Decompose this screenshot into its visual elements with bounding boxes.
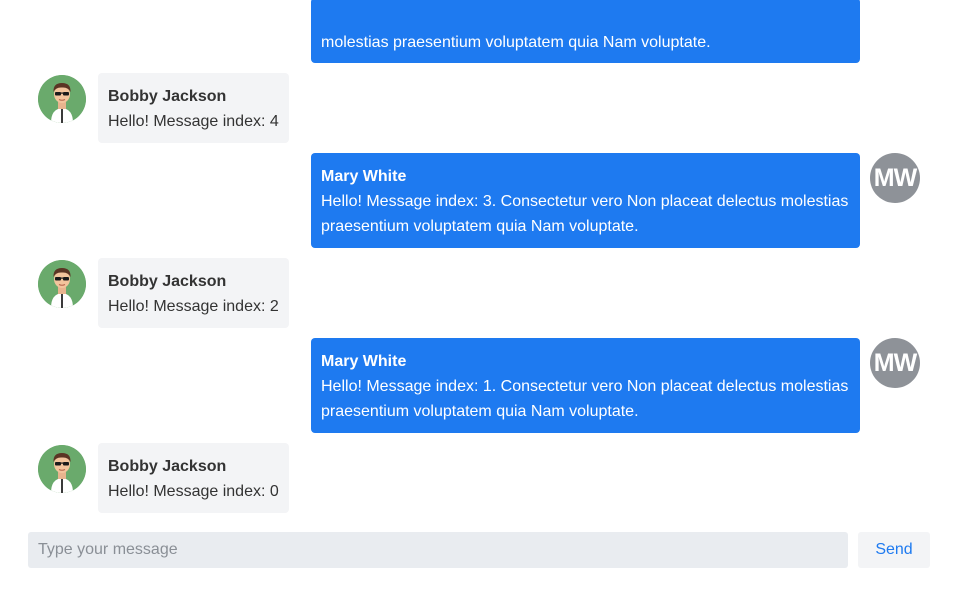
message-bubble-outgoing: Mary White Hello! Message index: 3. Cons… — [311, 153, 860, 248]
message-text: Hello! Message index: 0 — [108, 483, 279, 500]
message-text: Hello! Message index: 2 — [108, 298, 279, 315]
chat-window: molestias praesentium voluptatem quia Na… — [0, 0, 959, 601]
message-author: Mary White — [321, 353, 407, 370]
initials-avatar: MW — [870, 338, 920, 388]
message-author: Bobby Jackson — [108, 458, 227, 475]
message-author: Bobby Jackson — [108, 88, 227, 105]
message-text: Hello! Message index: 1. Consectetur ver… — [321, 378, 849, 420]
message-text: Hello! Message index: 4 — [108, 113, 279, 130]
message-text: Hello! Message index: 3. Consectetur ver… — [321, 193, 849, 235]
message-bubble-outgoing: molestias praesentium voluptatem quia Na… — [311, 0, 860, 63]
message-input[interactable] — [28, 532, 848, 568]
send-button[interactable]: Send — [858, 532, 930, 568]
message-author: Mary White — [321, 168, 407, 185]
user-avatar-icon — [38, 75, 86, 123]
user-avatar-icon — [38, 445, 86, 493]
message-bubble-incoming: Bobby Jackson Hello! Message index: 4 — [98, 73, 289, 143]
message-bubble-incoming: Bobby Jackson Hello! Message index: 2 — [98, 258, 289, 328]
user-avatar-icon — [38, 260, 86, 308]
message-bubble-outgoing: Mary White Hello! Message index: 1. Cons… — [311, 338, 860, 433]
initials-avatar: MW — [870, 153, 920, 203]
message-bubble-incoming: Bobby Jackson Hello! Message index: 0 — [98, 443, 289, 513]
message-text: molestias praesentium voluptatem quia Na… — [321, 34, 711, 51]
message-author: Bobby Jackson — [108, 273, 227, 290]
